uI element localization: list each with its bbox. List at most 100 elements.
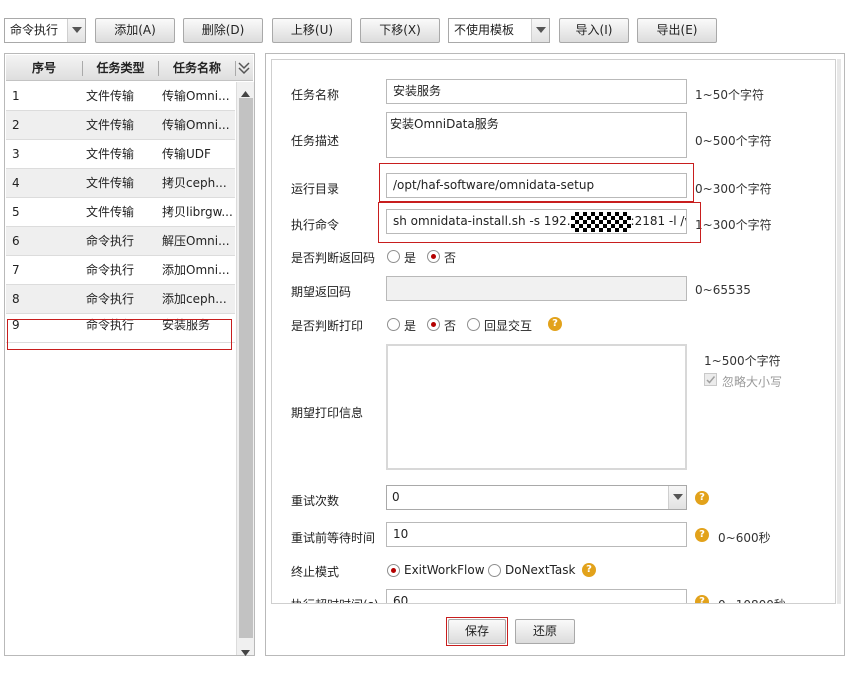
task-desc-label: 任务描述	[291, 134, 340, 148]
column-divider	[235, 61, 236, 76]
judge-print-echo-label: 回显交互	[484, 319, 533, 333]
row-type: 文件传输	[86, 89, 135, 103]
judge-print-yes-radio[interactable]	[387, 318, 400, 331]
row-type: 文件传输	[86, 118, 135, 132]
command-hint: 1~300个字符	[695, 218, 772, 232]
table-row[interactable]: 6 命令执行 解压Omni...	[6, 227, 235, 256]
table-row[interactable]: 7 命令执行 添加Omni...	[6, 256, 235, 285]
move-up-button[interactable]: 上移(U)	[272, 18, 352, 43]
row-name: 传输Omni...	[162, 89, 230, 103]
help-icon[interactable]: ?	[695, 528, 709, 542]
template-select[interactable]: 不使用模板	[448, 18, 550, 43]
judge-return-yes-radio[interactable]	[387, 250, 400, 263]
row-type: 命令执行	[86, 263, 135, 277]
table-row[interactable]: 3 文件传输 传输UDF	[6, 140, 235, 169]
stop-mode-next-radio[interactable]	[488, 564, 501, 577]
check-icon	[706, 376, 716, 384]
help-icon[interactable]: ?	[582, 563, 596, 577]
table-row[interactable]: 1 文件传输 传输Omni...	[6, 82, 235, 111]
task-name-label: 任务名称	[291, 88, 340, 102]
expected-return-label: 期望返回码	[291, 285, 352, 299]
row-type: 命令执行	[86, 292, 135, 306]
chevron-down-icon	[531, 19, 549, 42]
run-dir-highlight	[379, 163, 694, 202]
table-row[interactable]: 8 命令执行 添加ceph...	[6, 285, 235, 314]
table-row[interactable]: 5 文件传输 拷贝librgw...	[6, 198, 235, 227]
judge-print-echo-radio[interactable]	[467, 318, 480, 331]
table-row[interactable]: 4 文件传输 拷贝ceph...	[6, 169, 235, 198]
command-highlight	[378, 202, 701, 243]
chevron-down-icon	[668, 486, 686, 509]
export-button[interactable]: 导出(E)	[637, 18, 717, 43]
row-type: 命令执行	[86, 234, 135, 248]
row-name: 拷贝librgw...	[162, 205, 232, 219]
stop-mode-exit-radio[interactable]	[387, 564, 400, 577]
task-type-select[interactable]: 命令执行	[4, 18, 86, 43]
task-detail-panel: 任务名称 安装服务 1~50个字符 任务描述 安装OmniData服务 0~50…	[265, 53, 845, 656]
command-label: 执行命令	[291, 218, 340, 232]
task-name-hint: 1~50个字符	[695, 88, 764, 102]
column-menu-icon[interactable]	[237, 61, 251, 78]
row-name: 解压Omni...	[162, 234, 230, 248]
judge-return-label: 是否判断返回码	[291, 251, 376, 265]
task-list-panel: 序号 任务类型 任务名称 1 文件传输 传输Omni... 2 文件传输 传输O…	[4, 53, 255, 656]
expected-print-hint: 1~500个字符	[704, 354, 781, 368]
row-type: 文件传输	[86, 205, 135, 219]
chevron-down-icon	[67, 19, 85, 42]
import-button[interactable]: 导入(I)	[559, 18, 629, 43]
column-header-type[interactable]: 任务类型	[83, 55, 158, 81]
task-desc-value: 安装OmniData服务	[390, 117, 499, 131]
run-dir-label: 运行目录	[291, 182, 340, 196]
row-index: 8	[12, 292, 20, 306]
retry-wait-input[interactable]: 10	[386, 522, 687, 547]
help-icon[interactable]: ?	[695, 595, 709, 603]
retry-wait-label: 重试前等待时间	[291, 531, 376, 545]
row-index: 5	[12, 205, 20, 219]
column-header-name[interactable]: 任务名称	[159, 55, 235, 81]
delete-button[interactable]: 删除(D)	[183, 18, 263, 43]
row-name: 传输Omni...	[162, 118, 230, 132]
form-scrollbar[interactable]	[837, 59, 841, 604]
task-desc-textarea[interactable]: 安装OmniData服务	[386, 112, 687, 158]
help-icon[interactable]: ?	[695, 491, 709, 505]
timeout-label: 执行超时时间(s)	[291, 596, 379, 603]
scroll-down-icon[interactable]	[241, 645, 250, 659]
judge-return-yes-label: 是	[404, 251, 417, 265]
task-type-select-value: 命令执行	[10, 23, 59, 37]
retry-count-select[interactable]: 0	[386, 485, 687, 510]
add-button[interactable]: 添加(A)	[95, 18, 175, 43]
row-name: 添加ceph...	[162, 292, 227, 306]
column-header-index[interactable]: 序号	[6, 55, 82, 81]
move-down-button[interactable]: 下移(X)	[360, 18, 440, 43]
expected-print-label: 期望打印信息	[291, 406, 364, 420]
save-button-highlight	[446, 617, 508, 646]
expected-return-input[interactable]	[386, 276, 687, 301]
scroll-thumb[interactable]	[239, 98, 253, 638]
row-name: 拷贝ceph...	[162, 176, 227, 190]
table-row[interactable]: 2 文件传输 传输Omni...	[6, 111, 235, 140]
timeout-input[interactable]: 60	[386, 589, 687, 603]
row-index: 6	[12, 234, 20, 248]
task-name-input[interactable]: 安装服务	[386, 79, 687, 104]
task-desc-hint: 0~500个字符	[695, 134, 772, 148]
restore-button[interactable]: 还原	[515, 619, 575, 644]
row-name: 传输UDF	[162, 147, 211, 161]
row-type: 文件传输	[86, 147, 135, 161]
run-dir-hint: 0~300个字符	[695, 182, 772, 196]
task-list-scrollbar[interactable]	[236, 82, 254, 656]
stop-mode-label: 终止模式	[291, 565, 340, 579]
judge-return-no-radio[interactable]	[427, 250, 440, 263]
task-list-header: 序号 任务类型 任务名称	[6, 55, 253, 81]
help-icon[interactable]: ?	[548, 317, 562, 331]
stop-mode-exit-label: ExitWorkFlow	[404, 563, 485, 577]
row-index: 2	[12, 118, 20, 132]
retry-wait-hint: 0~600秒	[718, 531, 771, 545]
retry-count-value: 0	[392, 490, 400, 504]
stop-mode-next-label: DoNextTask	[505, 563, 576, 577]
row-type: 文件传输	[86, 176, 135, 190]
judge-print-label: 是否判断打印	[291, 319, 364, 333]
judge-print-no-label: 否	[444, 319, 457, 333]
expected-print-textarea[interactable]	[386, 344, 687, 470]
judge-print-no-radio[interactable]	[427, 318, 440, 331]
ignore-case-checkbox[interactable]	[704, 373, 717, 386]
